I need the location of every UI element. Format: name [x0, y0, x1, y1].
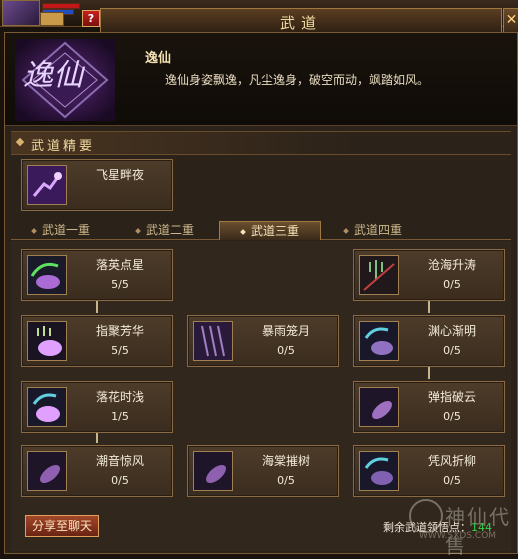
- skill-name: 沧海升涛: [427, 258, 476, 272]
- tab-tier-4[interactable]: 武道四重: [323, 221, 423, 239]
- emblem-char-1: 逸仙: [23, 58, 86, 93]
- essentials-label: 武道精要: [31, 139, 96, 154]
- skill-header: 逸仙 逸仙 逸仙身姿飘逸，凡尘逸身，破空而动，飒踏如风。: [5, 33, 517, 126]
- skill-points: 0/5: [277, 474, 295, 487]
- tab-label: 武道一重: [41, 223, 90, 237]
- skill-points: 0/5: [277, 344, 295, 357]
- skill-card[interactable]: 落花时浅 1/5: [21, 381, 173, 433]
- tab-label: 武道三重: [250, 224, 299, 238]
- skill-points: 0/5: [443, 278, 461, 291]
- tree-connector: [428, 299, 430, 313]
- green-swirl-icon: [27, 255, 67, 295]
- share-to-chat-button[interactable]: 分享至聊天: [25, 515, 99, 537]
- tree-connector: [96, 299, 98, 313]
- tab-tier-3[interactable]: 武道三重: [219, 221, 321, 240]
- skill-card[interactable]: 指聚芳华 5/5: [21, 315, 173, 367]
- skill-card[interactable]: 渊心渐明 0/5: [353, 315, 505, 367]
- player-avatar[interactable]: [2, 0, 40, 26]
- purple-feather-icon: [27, 451, 67, 491]
- skill-points: 0/5: [443, 410, 461, 423]
- diamond-icon: [240, 228, 246, 235]
- cyan-swirl-icon: [359, 451, 399, 491]
- skill-name: 弹指破云: [427, 390, 476, 404]
- purple-sigil-icon: [27, 165, 67, 205]
- tree-connector: [428, 365, 430, 379]
- skill-card[interactable]: 落英点星 5/5: [21, 249, 173, 301]
- purple-feather-icon: [193, 451, 233, 491]
- skill-title: 逸仙: [145, 51, 172, 66]
- remaining-value: 144: [471, 521, 492, 534]
- skill-card[interactable]: 弹指破云 0/5: [353, 381, 505, 433]
- essentials-header: 武道精要: [11, 131, 511, 155]
- help-button[interactable]: ?: [82, 10, 100, 27]
- purple-rain-icon: [193, 321, 233, 361]
- skill-points: 1/5: [111, 410, 129, 423]
- skill-points: 0/5: [443, 344, 461, 357]
- skill-name: 潮音惊风: [95, 454, 144, 468]
- skill-name: 飞星畔夜: [95, 168, 144, 182]
- tab-tier-2[interactable]: 武道二重: [115, 221, 215, 239]
- skill-card[interactable]: 暴雨笼月 0/5: [187, 315, 339, 367]
- trident-sigil-icon: [27, 321, 67, 361]
- remaining-points: 剩余武道领悟点：144: [383, 519, 492, 535]
- window-titlebar[interactable]: 武道: [100, 8, 502, 34]
- tab-tier-1[interactable]: 武道一重: [11, 221, 111, 239]
- diamond-icon: [343, 227, 349, 234]
- remaining-label: 剩余武道领悟点：: [383, 521, 471, 534]
- skill-name: 渊心渐明: [427, 324, 476, 338]
- diamond-icon: [135, 227, 141, 234]
- tab-label: 武道四重: [353, 223, 402, 237]
- skill-card[interactable]: 海棠摧树 0/5: [187, 445, 339, 497]
- skill-card[interactable]: 潮音惊风 0/5: [21, 445, 173, 497]
- yixian-emblem-icon: 逸仙: [15, 39, 115, 121]
- wudao-window: 逸仙 逸仙 逸仙身姿飘逸，凡尘逸身，破空而动，飒踏如风。 武道精要 飞星畔夜 武…: [4, 32, 518, 558]
- skill-name: 暴雨笼月: [261, 324, 310, 338]
- skill-name: 指聚芳华: [95, 324, 144, 338]
- tab-label: 武道二重: [145, 223, 194, 237]
- purple-feather-icon: [359, 387, 399, 427]
- skill-description: 逸仙身姿飘逸，凡尘逸身，破空而动，飒踏如风。: [165, 73, 430, 87]
- cyan-swirl-icon: [359, 321, 399, 361]
- skill-points: 0/5: [111, 474, 129, 487]
- close-button[interactable]: ✕: [503, 8, 518, 34]
- diamond-icon: [15, 137, 25, 147]
- skill-name: 落花时浅: [95, 390, 144, 404]
- trident-sigil-icon: [359, 255, 399, 295]
- close-icon: ✕: [505, 12, 518, 28]
- buff-icon: [40, 12, 64, 26]
- skill-card[interactable]: 凭风折柳 0/5: [353, 445, 505, 497]
- skill-name: 凭风折柳: [427, 454, 476, 468]
- skill-points: 0/5: [443, 474, 461, 487]
- essential-skill-card[interactable]: 飞星畔夜: [21, 159, 173, 211]
- skill-name: 落英点星: [95, 258, 144, 272]
- skill-points: 5/5: [111, 278, 129, 291]
- skill-card[interactable]: 沧海升涛 0/5: [353, 249, 505, 301]
- tier-tabs: 武道一重 武道二重 武道三重 武道四重: [11, 219, 511, 240]
- diamond-icon: [31, 227, 37, 234]
- skill-name: 海棠摧树: [261, 454, 310, 468]
- cyan-swirl-icon: [27, 387, 67, 427]
- window-title: 武道: [279, 14, 322, 32]
- skill-points: 5/5: [111, 344, 129, 357]
